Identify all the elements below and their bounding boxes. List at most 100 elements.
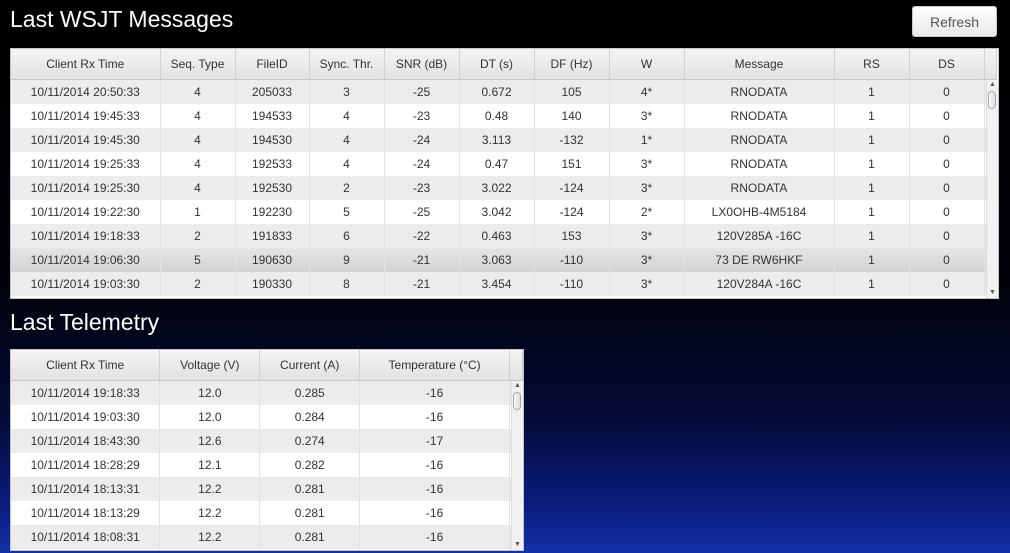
table-row[interactable]: 10/11/2014 18:13:29 12.2 0.281 -16: [11, 501, 523, 525]
scroll-up-arrow-icon[interactable]: ▲: [987, 80, 998, 90]
table-row[interactable]: 10/11/2014 18:28:29 12.1 0.282 -16: [11, 453, 523, 477]
table-cell: 120V284A -16C: [684, 272, 835, 296]
table-cell: 5: [309, 200, 385, 224]
table-cell: 0: [909, 104, 985, 128]
table-cell: 4: [160, 104, 236, 128]
table-cell: -16: [359, 380, 511, 405]
table-cell: 1: [834, 104, 910, 128]
table-row[interactable]: 10/11/2014 19:45:30 4 194530 4 -24 3.113 -132 1…: [11, 128, 997, 152]
column-header[interactable]: Seq. Type: [160, 49, 236, 80]
table-row[interactable]: 10/11/2014 19:22:30 1 192230 5 -25 3.042 -124 2…: [11, 200, 997, 224]
table-cell: 0.672: [459, 79, 535, 104]
column-header[interactable]: Temperature (°C): [359, 350, 511, 381]
table-cell: 10/11/2014 19:18:33: [11, 224, 161, 248]
table-cell: 2*: [609, 200, 685, 224]
scroll-down-arrow-icon[interactable]: ▼: [987, 288, 998, 298]
scroll-up-arrow-icon[interactable]: ▲: [512, 381, 523, 391]
table-cell: 10/11/2014 19:45:33: [11, 104, 161, 128]
table-cell: -124: [534, 200, 610, 224]
table-cell: 12.2: [159, 501, 261, 525]
table-cell: 3.063: [459, 248, 535, 272]
table-cell: 194533: [235, 104, 310, 128]
table-cell: 6: [309, 224, 385, 248]
table-cell: 153: [534, 224, 610, 248]
table-cell: 10/11/2014 19:25:30: [11, 176, 161, 200]
table-cell: 10/11/2014 18:13:29: [11, 501, 161, 525]
table-cell: 3.113: [459, 128, 535, 152]
column-header[interactable]: W: [609, 49, 685, 80]
table-cell: 10/11/2014 19:45:30: [11, 128, 161, 152]
table-cell: 192530: [235, 176, 310, 200]
table-row[interactable]: 10/11/2014 19:18:33 12.0 0.285 -16: [11, 380, 523, 405]
table-cell: 1: [834, 176, 910, 200]
table-row[interactable]: 10/11/2014 18:13:31 12.2 0.281 -16: [11, 477, 523, 501]
header-filler: [984, 49, 997, 80]
table-cell: 0.281: [259, 501, 361, 525]
table-row[interactable]: 10/11/2014 20:50:33 4 205033 3 -25 0.672 105 4*…: [11, 79, 997, 104]
table-cell: 1: [160, 200, 236, 224]
table-cell: 3.042: [459, 200, 535, 224]
table-row[interactable]: 10/11/2014 18:08:31 12.2 0.281 -16: [11, 525, 523, 549]
table-cell: 140: [534, 104, 610, 128]
table-cell: 12.0: [159, 380, 261, 405]
table-cell: 3*: [609, 224, 685, 248]
telemetry-scrollbar-thumb[interactable]: [513, 392, 521, 410]
table-cell: -16: [359, 501, 511, 525]
column-header[interactable]: RS: [834, 49, 910, 80]
table-row[interactable]: 10/11/2014 19:03:30 12.0 0.284 -16: [11, 405, 523, 429]
column-header[interactable]: FileID: [235, 49, 310, 80]
table-row[interactable]: 10/11/2014 19:06:30 5 190630 9 -21 3.063 -110 3…: [11, 248, 997, 272]
column-header[interactable]: Sync. Thr.: [309, 49, 385, 80]
table-cell: 0: [909, 79, 985, 104]
telemetry-title: Last Telemetry: [10, 309, 160, 335]
table-cell: 0.282: [259, 453, 361, 477]
column-header[interactable]: Message: [684, 49, 835, 80]
table-cell: 120V285A -16C: [684, 224, 835, 248]
table-row[interactable]: 10/11/2014 18:43:30 12.6 0.274 -17: [11, 429, 523, 453]
table-cell: 0.48: [459, 104, 535, 128]
table-cell: 8: [309, 272, 385, 296]
wsjt-scrollbar-thumb[interactable]: [988, 91, 996, 109]
table-cell: 4: [309, 128, 385, 152]
table-cell: 190330: [235, 272, 310, 296]
table-cell: 0: [909, 200, 985, 224]
table-cell: 0.281: [259, 525, 361, 549]
telemetry-scrollbar[interactable]: ▲ ▼: [511, 381, 523, 550]
column-header[interactable]: DS: [909, 49, 985, 80]
table-cell: 0.285: [259, 380, 361, 405]
column-header[interactable]: SNR (dB): [384, 49, 460, 80]
table-cell: -110: [534, 248, 610, 272]
table-cell: 1: [834, 248, 910, 272]
table-cell: -132: [534, 128, 610, 152]
table-cell: 192533: [235, 152, 310, 176]
scroll-down-arrow-icon[interactable]: ▼: [512, 540, 523, 550]
table-cell: RNODATA: [684, 176, 835, 200]
column-header[interactable]: Current (A): [259, 350, 361, 381]
table-cell: 10/11/2014 19:03:30: [11, 272, 161, 296]
table-cell: 10/11/2014 19:22:30: [11, 200, 161, 224]
table-row[interactable]: 10/11/2014 19:25:30 4 192530 2 -23 3.022 -124 3…: [11, 176, 997, 200]
table-cell: 1: [834, 272, 910, 296]
table-row[interactable]: 10/11/2014 19:03:30 2 190330 8 -21 3.454 -110 3…: [11, 272, 997, 296]
wsjt-scrollbar[interactable]: ▲ ▼: [986, 80, 998, 298]
table-cell: 0.274: [259, 429, 361, 453]
column-header[interactable]: DF (Hz): [534, 49, 610, 80]
column-header[interactable]: Client Rx Time: [11, 350, 161, 381]
table-cell: RNODATA: [684, 79, 835, 104]
table-row[interactable]: 10/11/2014 19:18:33 2 191833 6 -22 0.463 153 3*…: [11, 224, 997, 248]
table-cell: 10/11/2014 19:18:33: [11, 380, 161, 405]
table-cell: LX0OHB-4M5184: [684, 200, 835, 224]
table-cell: -21: [384, 272, 460, 296]
refresh-button[interactable]: Refresh: [912, 6, 997, 37]
table-row[interactable]: 10/11/2014 19:45:33 4 194533 4 -23 0.48 140 3* R…: [11, 104, 997, 128]
table-row[interactable]: 10/11/2014 19:25:33 4 192533 4 -24 0.47 151 3* R…: [11, 152, 997, 176]
table-cell: 3*: [609, 176, 685, 200]
table-cell: -25: [384, 79, 460, 104]
table-cell: 3*: [609, 104, 685, 128]
column-header[interactable]: Voltage (V): [159, 350, 261, 381]
column-header[interactable]: Client Rx Time: [11, 49, 161, 80]
table-cell: 205033: [235, 79, 310, 104]
table-cell: 3: [309, 79, 385, 104]
table-cell: 151: [534, 152, 610, 176]
column-header[interactable]: DT (s): [459, 49, 535, 80]
